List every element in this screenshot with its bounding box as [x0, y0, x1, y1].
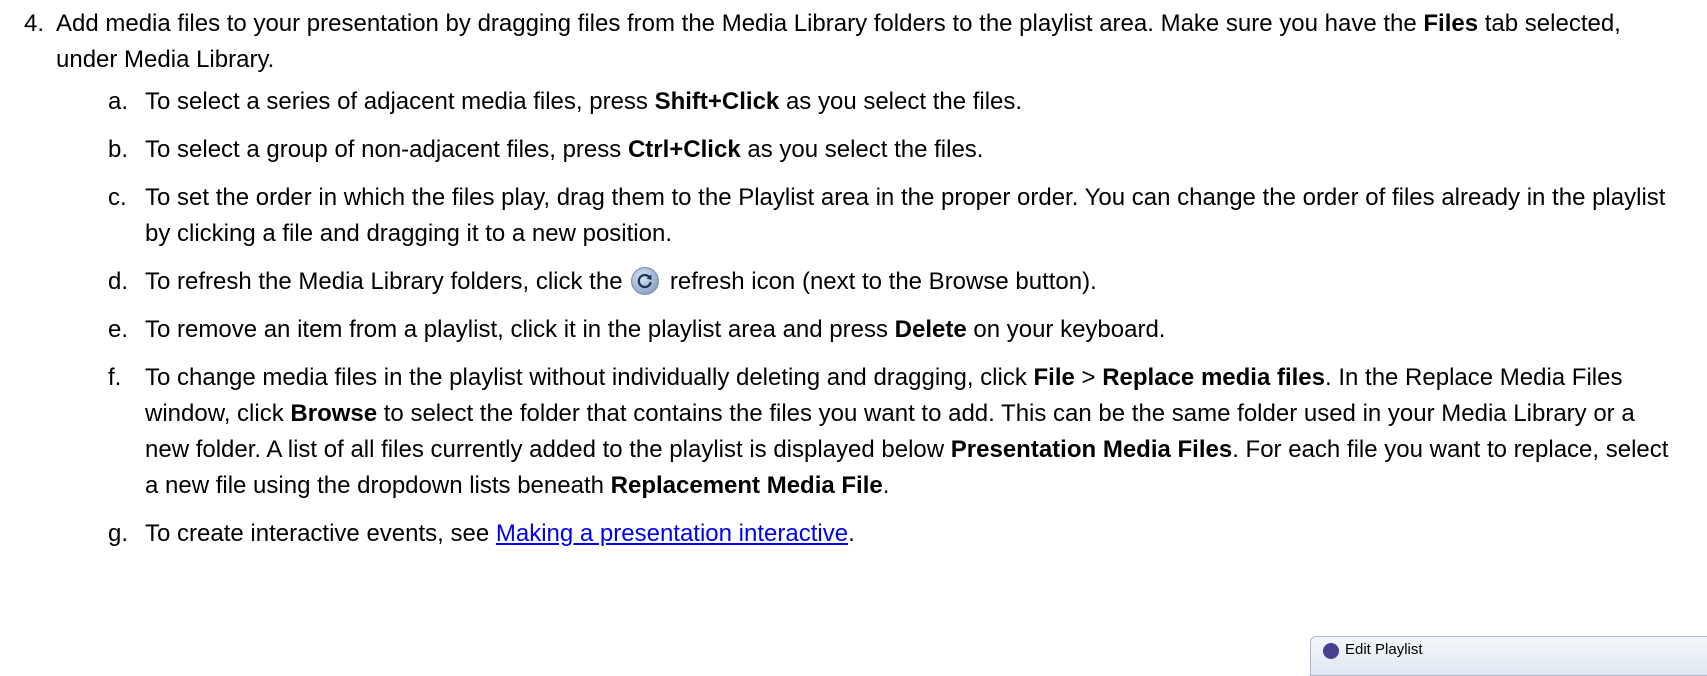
step-number: 4.	[24, 10, 45, 37]
substep-d-text2: refresh icon (next to the Browse button)…	[663, 268, 1097, 295]
shift-click-term: Shift+Click	[654, 88, 780, 115]
substep-b: b. To select a group of non-adjacent fil…	[0, 132, 1707, 168]
browse-term: Browse	[290, 400, 378, 427]
substep-g-text2: .	[848, 520, 855, 547]
substep-letter: d.	[108, 268, 129, 295]
substep-f-text1: To change media files in the playlist wi…	[145, 364, 1034, 391]
substep-d: d. To refresh the Media Library folders,…	[0, 264, 1707, 300]
document-body: 4. Add media files to your presentation …	[0, 0, 1707, 564]
refresh-icon	[631, 267, 660, 295]
presentation-media-files-term: Presentation Media Files	[950, 436, 1233, 463]
step-4: 4. Add media files to your presentation …	[0, 0, 1707, 78]
substep-g-text1: To create interactive events, see	[145, 520, 496, 547]
replacement-media-file-term: Replacement Media File	[610, 472, 883, 499]
substep-c-text: To set the order in which the files play…	[145, 184, 1666, 247]
substep-a-text1: To select a series of adjacent media fil…	[145, 88, 655, 115]
substeps-list: a. To select a series of adjacent media …	[0, 84, 1707, 552]
step-4-text-part1: Add media files to your presentation by …	[56, 10, 1424, 37]
interactive-presentation-link[interactable]: Making a presentation interactive	[496, 520, 848, 547]
substep-b-text2: as you select the files.	[740, 136, 984, 163]
substep-e-text2: on your keyboard.	[966, 316, 1166, 343]
substep-a-text2: as you select the files.	[779, 88, 1023, 115]
substep-e: e. To remove an item from a playlist, cl…	[0, 312, 1707, 348]
substep-b-text1: To select a group of non-adjacent files,…	[145, 136, 628, 163]
substep-f-separator: >	[1074, 364, 1103, 391]
window-title: Edit Playlist	[1345, 641, 1423, 658]
substep-f-text5: .	[882, 472, 890, 499]
substep-letter: c.	[108, 184, 127, 211]
substep-letter: e.	[108, 316, 129, 343]
edit-playlist-window-preview: Edit Playlist	[1310, 636, 1707, 676]
substep-a: a. To select a series of adjacent media …	[0, 84, 1707, 120]
substep-c: c. To set the order in which the files p…	[0, 180, 1707, 252]
file-menu-term: File	[1033, 364, 1075, 391]
refresh-arrows-icon	[637, 273, 652, 289]
files-tab-name: Files	[1423, 10, 1479, 37]
substep-letter: b.	[108, 136, 129, 163]
app-icon	[1323, 643, 1339, 659]
delete-key-term: Delete	[894, 316, 967, 343]
substep-f: f. To change media files in the playlist…	[0, 360, 1707, 504]
substep-letter: a.	[108, 88, 129, 115]
ctrl-click-term: Ctrl+Click	[627, 136, 741, 163]
substep-e-text1: To remove an item from a playlist, click…	[145, 316, 895, 343]
substep-d-text1: To refresh the Media Library folders, cl…	[145, 268, 623, 295]
substep-letter: f.	[108, 364, 122, 391]
substep-g: g. To create interactive events, see Mak…	[0, 516, 1707, 552]
replace-media-files-term: Replace media files	[1102, 364, 1325, 391]
substep-letter: g.	[108, 520, 129, 547]
